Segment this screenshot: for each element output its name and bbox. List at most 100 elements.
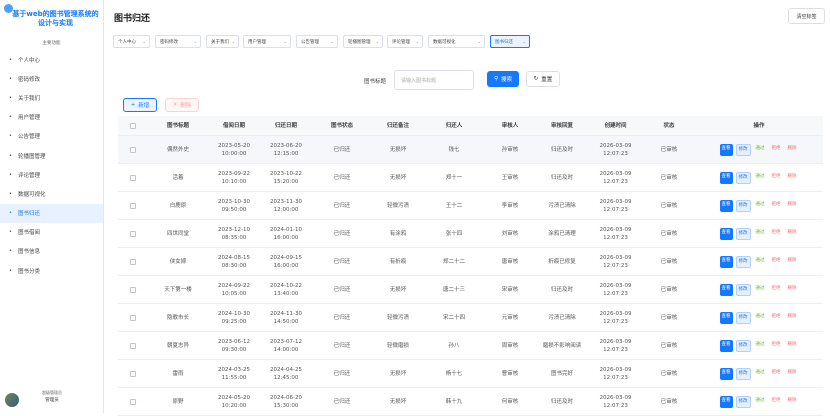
sidebar-item[interactable]: • 轮播图管理 [0, 146, 103, 165]
delete-button[interactable]: 删除 [786, 144, 799, 156]
header-checkbox-cell[interactable] [118, 122, 148, 129]
sidebar-item[interactable]: • 图书借阅 [0, 223, 103, 242]
edit-button[interactable]: 修改 [735, 395, 751, 408]
sidebar-item[interactable]: • 用户管理 [0, 108, 103, 127]
tab-item[interactable]: 图书归还 ⌄ [490, 35, 530, 48]
delete-button[interactable]: 删除 [786, 368, 799, 380]
batch-delete-button[interactable]: ✕ 删除 [165, 98, 199, 112]
view-button[interactable]: 查看 [719, 339, 733, 352]
pass-button[interactable]: 通过 [754, 172, 767, 184]
row-checkbox-cell[interactable] [118, 202, 148, 209]
row-checkbox-cell[interactable] [118, 146, 148, 153]
reject-button[interactable]: 拒绝 [770, 228, 783, 240]
reject-button[interactable]: 拒绝 [770, 144, 783, 156]
sidebar-item[interactable]: • 关于我们 [0, 88, 103, 107]
delete-button[interactable]: 删除 [786, 172, 799, 184]
delete-button[interactable]: 删除 [786, 396, 799, 408]
row-checkbox[interactable] [130, 314, 136, 321]
sidebar-item[interactable]: • 公告管理 [0, 127, 103, 146]
pass-button[interactable]: 通过 [754, 200, 767, 212]
view-button[interactable]: 查看 [719, 311, 733, 324]
tab-item[interactable]: 用户管理 ⌄ [243, 35, 291, 48]
row-checkbox-cell[interactable] [118, 342, 148, 349]
delete-button[interactable]: 删除 [786, 340, 799, 352]
sidebar-item[interactable]: • 图书分类 [0, 261, 103, 280]
reset-button[interactable]: ↻ 重置 [526, 71, 560, 87]
pass-button[interactable]: 通过 [754, 256, 767, 268]
view-button[interactable]: 查看 [719, 171, 733, 184]
edit-button[interactable]: 修改 [735, 255, 751, 268]
row-checkbox-cell[interactable] [118, 286, 148, 293]
edit-button[interactable]: 修改 [735, 227, 751, 240]
pass-button[interactable]: 通过 [754, 144, 767, 156]
tab-item[interactable]: 数据可视化 ⌄ [428, 35, 485, 48]
sidebar-item[interactable]: • 图书信息 [0, 242, 103, 261]
view-button[interactable]: 查看 [719, 143, 733, 156]
row-checkbox[interactable] [130, 174, 136, 181]
reject-button[interactable]: 拒绝 [770, 256, 783, 268]
row-checkbox[interactable] [130, 342, 136, 349]
tab-item[interactable]: 个人中心 ⌄ [113, 35, 150, 48]
pass-button[interactable]: 通过 [754, 340, 767, 352]
edit-button[interactable]: 修改 [735, 171, 751, 184]
tab-item[interactable]: 评论管理 ⌄ [387, 35, 423, 48]
row-checkbox-cell[interactable] [118, 258, 148, 265]
row-checkbox[interactable] [130, 398, 136, 405]
delete-button[interactable]: 删除 [786, 256, 799, 268]
select-all-checkbox[interactable] [130, 122, 136, 129]
row-checkbox-cell[interactable] [118, 398, 148, 405]
row-checkbox[interactable] [130, 286, 136, 293]
row-checkbox[interactable] [130, 202, 136, 209]
reject-button[interactable]: 拒绝 [770, 368, 783, 380]
edit-button[interactable]: 修改 [735, 199, 751, 212]
clear-tabs-button[interactable]: 清空标签 [788, 8, 825, 24]
view-button[interactable]: 查看 [719, 367, 733, 380]
reject-button[interactable]: 拒绝 [770, 172, 783, 184]
row-checkbox-cell[interactable] [118, 370, 148, 377]
pass-button[interactable]: 通过 [754, 228, 767, 240]
sidebar-item[interactable]: • 图书归还 [0, 203, 103, 223]
view-button[interactable]: 查看 [719, 395, 733, 408]
view-button[interactable]: 查看 [719, 283, 733, 296]
reject-button[interactable]: 拒绝 [770, 340, 783, 352]
sidebar-item[interactable]: • 评论管理 [0, 165, 103, 184]
reject-button[interactable]: 拒绝 [770, 396, 783, 408]
view-button[interactable]: 查看 [719, 255, 733, 268]
tab-item[interactable]: 轮播图管理 ⌄ [343, 35, 383, 48]
tab-item[interactable]: 关于我们 ⌄ [206, 35, 239, 48]
delete-button[interactable]: 删除 [786, 312, 799, 324]
delete-button[interactable]: 删除 [786, 228, 799, 240]
row-checkbox-cell[interactable] [118, 174, 148, 181]
add-button[interactable]: + 新增 [123, 98, 157, 112]
row-checkbox[interactable] [130, 370, 136, 377]
view-button[interactable]: 查看 [719, 199, 733, 212]
pass-button[interactable]: 通过 [754, 284, 767, 296]
row-checkbox[interactable] [130, 146, 136, 153]
sidebar-item[interactable]: • 密码修改 [0, 69, 103, 88]
sidebar-item[interactable]: • 个人中心 [0, 50, 103, 69]
pass-button[interactable]: 通过 [754, 312, 767, 324]
row-checkbox-cell[interactable] [118, 314, 148, 321]
reject-button[interactable]: 拒绝 [770, 312, 783, 324]
row-checkbox-cell[interactable] [118, 230, 148, 237]
tab-item[interactable]: 密码修改 ⌄ [155, 35, 201, 48]
search-input[interactable]: 请输入图书标题 [394, 70, 474, 90]
delete-button[interactable]: 删除 [786, 284, 799, 296]
row-checkbox[interactable] [130, 230, 136, 237]
edit-button[interactable]: 修改 [735, 283, 751, 296]
tab-item[interactable]: 公告管理 ⌄ [296, 35, 338, 48]
edit-button[interactable]: 修改 [735, 311, 751, 324]
edit-button[interactable]: 修改 [735, 143, 751, 156]
delete-button[interactable]: 删除 [786, 200, 799, 212]
pass-button[interactable]: 通过 [754, 396, 767, 408]
reject-button[interactable]: 拒绝 [770, 284, 783, 296]
row-checkbox[interactable] [130, 258, 136, 265]
pass-button[interactable]: 通过 [754, 368, 767, 380]
search-button[interactable]: ⚲ 搜索 [487, 71, 519, 87]
reject-button[interactable]: 拒绝 [770, 200, 783, 212]
sidebar-item[interactable]: • 数据可视化 [0, 184, 103, 203]
edit-button[interactable]: 修改 [735, 339, 751, 352]
cell-book-status: 已归还 [333, 258, 351, 265]
edit-button[interactable]: 修改 [735, 367, 751, 380]
view-button[interactable]: 查看 [719, 227, 733, 240]
